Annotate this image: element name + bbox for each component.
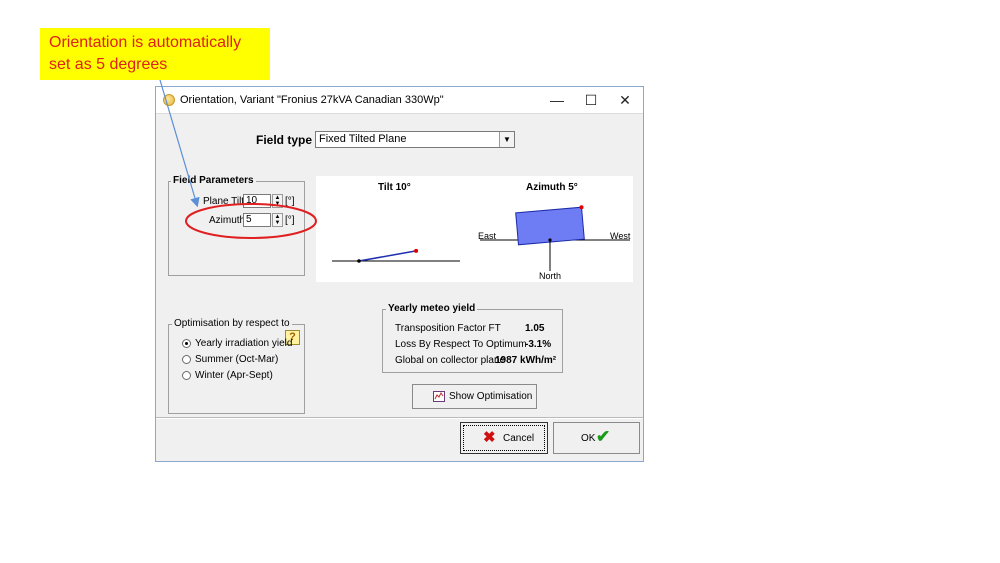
show-optimisation-button[interactable]: Show Optimisation	[412, 384, 537, 409]
radio-yearly[interactable]	[182, 339, 191, 348]
plane-tilt-input[interactable]: 10	[243, 194, 271, 208]
azimuth-unit: [°]	[285, 215, 295, 226]
show-optimisation-label: Show Optimisation	[449, 391, 533, 402]
tilt-plane-line	[358, 250, 417, 262]
dialog-content: Field type Fixed Tilted Plane ▼ Field Pa…	[156, 113, 643, 418]
azimuth-spinner[interactable]: ▲ ▼	[272, 213, 283, 227]
close-button[interactable]: ✕	[608, 87, 642, 113]
optimisation-title: Optimisation by respect to	[172, 318, 292, 329]
app-icon	[163, 94, 175, 106]
cancel-x-icon: ✖	[483, 429, 496, 446]
radio-winter[interactable]	[182, 371, 191, 380]
ok-label: OK	[581, 433, 596, 444]
field-type-select[interactable]: Fixed Tilted Plane ▼	[315, 131, 515, 148]
tilt-pivot-dot	[357, 259, 361, 263]
orientation-diagram: Tilt 10° Azimuth 5° East West North	[316, 176, 633, 282]
title-bar: Orientation, Variant "Fronius 27kVA Cana…	[156, 87, 643, 113]
global-value: 1987 kWh/m²	[495, 355, 557, 366]
annotation-line-2: set as 5 degrees	[49, 56, 168, 73]
tilt-tip-dot	[414, 248, 419, 253]
global-label: Global on collector plane	[395, 355, 506, 366]
ok-button[interactable]: OK ✔	[553, 422, 640, 454]
transposition-value: 1.05	[525, 323, 545, 334]
azimuth-pivot-dot	[548, 238, 552, 242]
azimuth-input[interactable]: 5	[243, 213, 271, 227]
field-parameters-title: Field Parameters	[171, 175, 256, 186]
loss-value: -3.1%	[525, 339, 552, 350]
minimize-button[interactable]: —	[540, 87, 574, 113]
plane-tilt-spinner[interactable]: ▲ ▼	[272, 194, 283, 208]
option-yearly-label[interactable]: Yearly irradiation yield	[195, 338, 292, 349]
chevron-down-icon[interactable]: ▼	[499, 132, 514, 147]
diagram-graphics	[332, 205, 630, 271]
cancel-button[interactable]: ✖ Cancel	[460, 422, 548, 454]
plane-tilt-unit: [°]	[285, 196, 295, 207]
orientation-dialog: Orientation, Variant "Fronius 27kVA Cana…	[155, 86, 644, 462]
plane-tilt-label: Plane Tilt	[203, 196, 245, 207]
transposition-label: Transposition Factor FT	[395, 323, 501, 334]
azimuth-label: Azimuth	[209, 215, 246, 226]
cancel-label: Cancel	[503, 433, 535, 444]
annotation-callout: Orientation is automatically set as 5 de…	[40, 28, 270, 80]
option-winter-label[interactable]: Winter (Apr-Sept)	[195, 370, 273, 381]
footer-divider-highlight	[156, 418, 643, 419]
loss-label: Loss By Respect To Optimum	[395, 339, 527, 350]
chart-icon	[433, 391, 445, 402]
field-type-value: Fixed Tilted Plane	[319, 133, 407, 145]
meteo-title: Yearly meteo yield	[386, 303, 478, 314]
radio-summer[interactable]	[182, 355, 191, 364]
azimuth-tip-dot	[579, 205, 584, 210]
ok-check-icon: ✔	[596, 427, 611, 446]
field-type-label: Field type	[256, 133, 313, 147]
maximize-button[interactable]: ☐	[574, 87, 608, 113]
option-summer-label[interactable]: Summer (Oct-Mar)	[195, 354, 278, 365]
window-title: Orientation, Variant "Fronius 27kVA Cana…	[180, 94, 444, 106]
annotation-line-1: Orientation is automatically	[49, 34, 242, 51]
